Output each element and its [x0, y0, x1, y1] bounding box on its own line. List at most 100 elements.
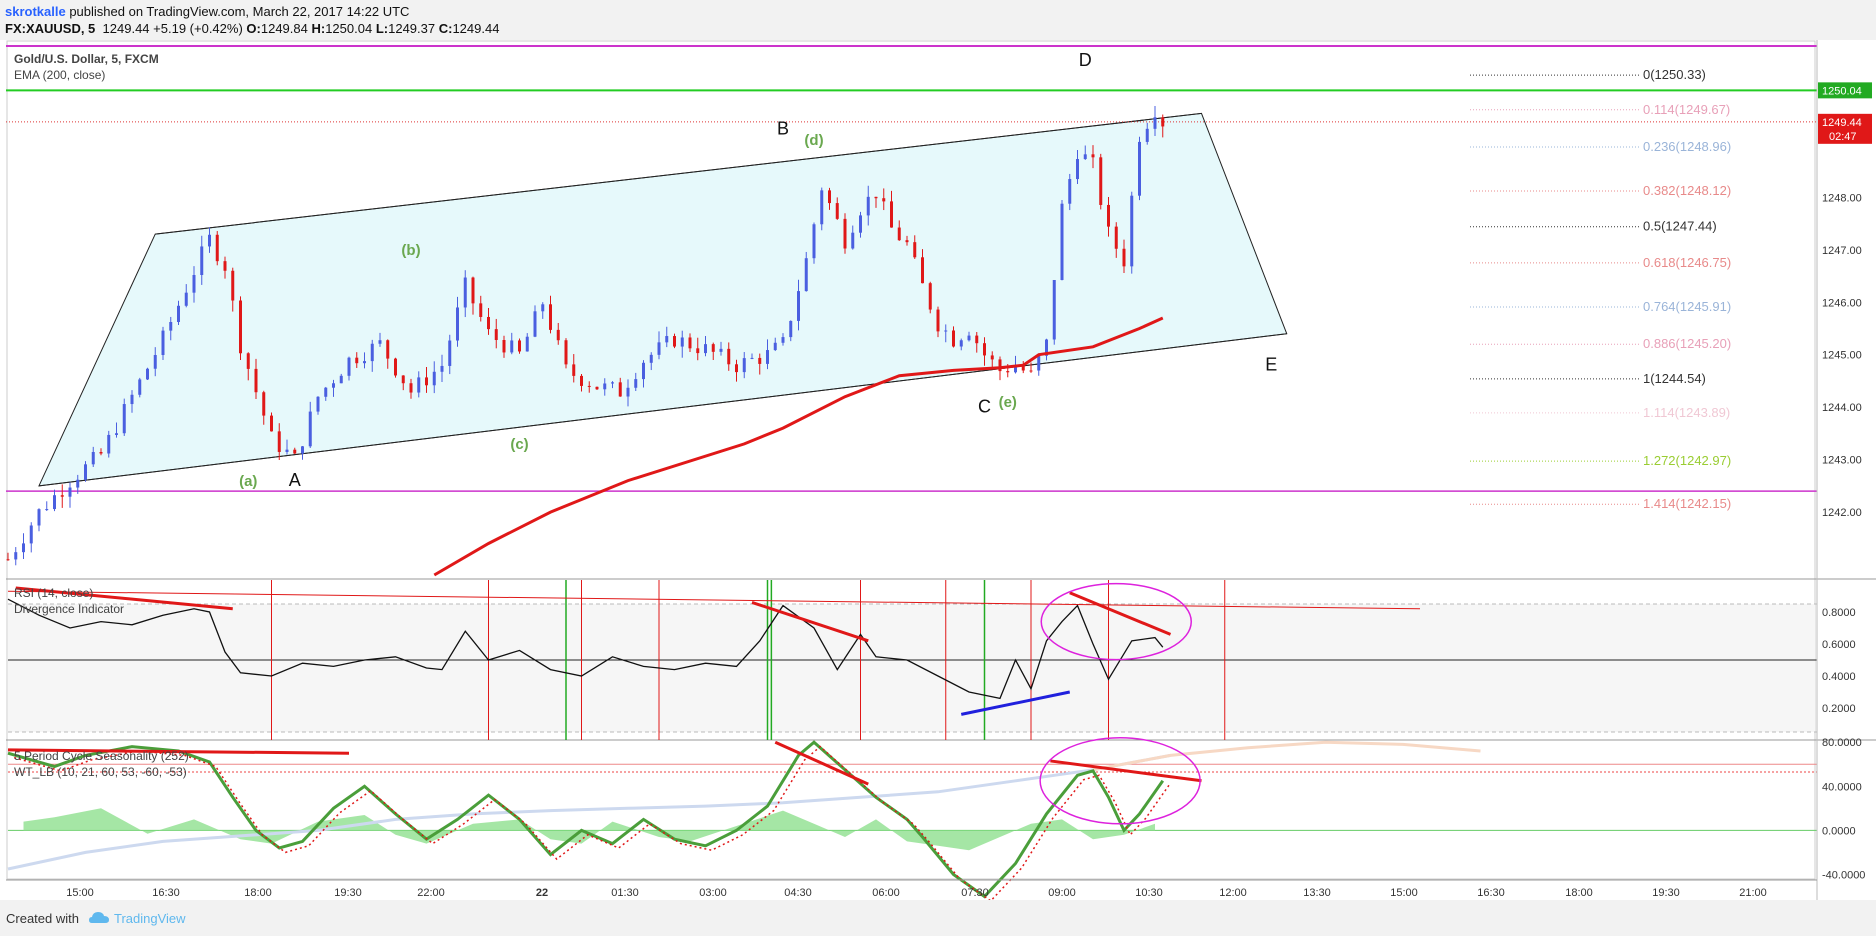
candle-body [1114, 226, 1118, 249]
candle-body [223, 261, 227, 271]
tradingview-link[interactable]: TradingView [114, 911, 186, 926]
candle-body [959, 340, 963, 347]
candle-body [1029, 370, 1033, 372]
candle-body [347, 357, 351, 376]
rsi-tick-label: 0.4000 [1822, 671, 1856, 683]
fib-level-label: 0.382(1248.12) [1643, 183, 1731, 198]
countdown-tag-text: 02:47 [1829, 131, 1857, 143]
price-tick-label: 1246.00 [1822, 297, 1862, 309]
author-link[interactable]: skrotkalle [5, 4, 66, 19]
candle-body [138, 379, 142, 395]
candle-body [758, 357, 762, 364]
candle-body [983, 343, 986, 356]
candle-body [324, 387, 328, 397]
time-tick-label: 21:00 [1739, 887, 1767, 899]
candle-body [14, 552, 18, 560]
candle-body [1052, 279, 1056, 340]
candle-body [704, 344, 707, 354]
price-tick-label: 1247.00 [1822, 245, 1862, 257]
candle-body [549, 304, 552, 330]
candle-body [262, 392, 266, 416]
candle-body [502, 339, 506, 353]
candle-body [1083, 154, 1087, 160]
candle-body [642, 362, 645, 380]
time-tick-label: 09:00 [1048, 887, 1076, 899]
candle-body [890, 201, 893, 228]
candle-body [332, 383, 335, 388]
candle-body [820, 190, 824, 225]
candle-body [913, 242, 917, 258]
candle-body [843, 218, 847, 249]
candle-body [115, 433, 118, 435]
candle-body [456, 307, 459, 341]
wave-label: (a) [239, 473, 257, 490]
close-value: 1249.44 [452, 21, 500, 36]
candle-body [533, 311, 537, 337]
candle-body [394, 358, 397, 376]
chart-title: Gold/U.S. Dollar, 5, FXCM [14, 52, 159, 66]
time-tick-label: 13:30 [1303, 887, 1331, 899]
time-tick-label: 18:00 [244, 887, 272, 899]
candle-body [378, 340, 382, 344]
fib-level-label: 0(1250.33) [1643, 67, 1706, 82]
candle-body [1122, 248, 1126, 267]
candle-body [851, 232, 855, 249]
candle-body [301, 446, 304, 454]
candle-body [944, 330, 948, 332]
candle-body [91, 452, 95, 465]
candle-body [1037, 355, 1041, 371]
candle-body [952, 330, 955, 347]
candle-body [1161, 117, 1165, 127]
candle-body [828, 190, 831, 204]
candle-body [231, 270, 235, 301]
time-tick-label: 19:30 [1652, 887, 1680, 899]
candle-body [727, 348, 731, 365]
high-price-tag-text: 1250.04 [1822, 85, 1862, 97]
candle-body [45, 509, 49, 511]
candle-body [1138, 141, 1141, 196]
candle-body [22, 543, 25, 553]
candle-body [308, 411, 312, 447]
cycle-title: 5 Period Cycle Seasonality (252) [14, 749, 189, 763]
candle-body [564, 340, 568, 365]
price-chart[interactable]: 0(1250.33) 0.114(1249.67) 0.236(1248.96) 0.… [0, 40, 1876, 900]
publish-info: published on TradingView.com, March 22, … [65, 4, 410, 19]
candle-body [161, 330, 165, 356]
quote-line: FX:XAUUSD, 5 1249.44 +5.19 (+0.42%) O:12… [5, 21, 499, 36]
time-tick-label: 04:30 [784, 887, 812, 899]
candle-body [122, 404, 126, 434]
fib-level-label: 0.5(1247.44) [1643, 219, 1717, 234]
candle-body [386, 340, 390, 359]
candle-body [921, 257, 924, 284]
candle-body [29, 525, 33, 544]
candle-body [363, 361, 366, 364]
fib-level-label: 0.764(1245.91) [1643, 299, 1731, 314]
candle-body [107, 434, 111, 454]
price-tick-label: 1242.00 [1822, 507, 1862, 519]
candle-body [928, 283, 932, 310]
candle-body [463, 277, 467, 308]
candle-body [975, 335, 979, 344]
candle-body [967, 335, 971, 341]
candle-body [673, 336, 676, 347]
cycle-tick-label: 80.0000 [1822, 737, 1862, 749]
low-value: 1249.37 [388, 21, 436, 36]
high-value: 1250.04 [325, 21, 373, 36]
candle-body [766, 350, 769, 364]
candle-body [595, 386, 599, 390]
candle-body [285, 449, 289, 452]
rsi-tick-label: 0.6000 [1822, 639, 1856, 651]
wave-label: D [1079, 50, 1092, 70]
candle-body [339, 375, 343, 384]
candle-body [130, 394, 134, 405]
open-label: O: [246, 21, 261, 36]
cycle-tick-label: 40.0000 [1822, 781, 1862, 793]
price-tick-label: 1244.00 [1822, 402, 1862, 414]
price-axis: 1242.00 1243.00 1244.00 1245.00 1246.00 1247.… [1816, 40, 1872, 900]
time-tick-label: 15:00 [1390, 887, 1418, 899]
time-tick-label: 01:30 [611, 887, 639, 899]
candle-body [6, 559, 10, 561]
candle-body [177, 305, 180, 323]
wave-label: (e) [999, 394, 1017, 411]
low-label: L: [375, 21, 389, 36]
